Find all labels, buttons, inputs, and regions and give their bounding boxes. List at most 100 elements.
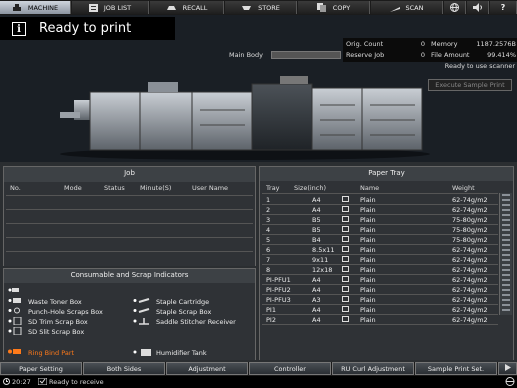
tray-cell-weight: 62-74g/m2 xyxy=(452,316,488,324)
tray-cell-name: Plain xyxy=(360,246,376,254)
paper-orientation-icon xyxy=(342,226,349,234)
tray-row[interactable]: PI-PFU3 A3 Plain 62-74g/m2 xyxy=(262,295,498,305)
counter-panel: Orig. Count 0 Memory 1187.2576B Reserve … xyxy=(343,38,517,62)
tray-row[interactable]: 5 B4 Plain 75-80g/m2 xyxy=(262,235,498,245)
tray-cell-name: Plain xyxy=(360,196,376,204)
paper-orientation-icon xyxy=(342,196,349,204)
tray-cell-name: Plain xyxy=(360,256,376,264)
tray-row[interactable]: 2 A4 Plain 62-74g/m2 xyxy=(262,205,498,215)
ru-curl-adjustment-button[interactable]: RU Curl Adjustment xyxy=(332,362,414,375)
job-col-status: Status xyxy=(104,184,125,192)
job-col-no: No. xyxy=(10,184,21,192)
sample-print-set-button[interactable]: Sample Print Set. xyxy=(415,362,497,375)
help-button[interactable]: ? xyxy=(490,1,517,14)
tray-cell-tray: 1 xyxy=(266,196,271,204)
tray-cell-weight: 62-74g/m2 xyxy=(452,286,488,294)
tray-cell-size: B5 xyxy=(312,216,321,224)
recall-icon xyxy=(166,4,177,12)
ring-bind-icon xyxy=(8,348,25,357)
tray-cell-name: Plain xyxy=(360,216,376,224)
ring-bind-indicator: Ring Bind Part xyxy=(8,348,74,357)
tray-row[interactable]: PI-PFU1 A4 Plain 62-74g/m2 xyxy=(262,275,498,285)
next-page-button[interactable] xyxy=(498,362,517,375)
tray-cell-weight: 62-74g/m2 xyxy=(452,306,488,314)
tab-store[interactable]: STORE xyxy=(225,1,297,14)
tab-job-list[interactable]: JOB LIST xyxy=(72,1,149,14)
paper-tray-title: Paper Tray xyxy=(368,169,405,177)
tray-cell-name: Plain xyxy=(360,276,376,284)
paper-orientation-icon xyxy=(342,276,349,284)
tray-scrollbar[interactable] xyxy=(499,193,512,315)
main-body-label: Main Body xyxy=(229,51,263,59)
tray-row[interactable]: PI1 A4 Plain 62-74g/m2 xyxy=(262,305,498,315)
network-icon xyxy=(505,377,515,388)
orig-count-label: Orig. Count xyxy=(346,40,384,48)
receive-status: Ready to receive xyxy=(49,378,104,386)
tray-cell-name: Plain xyxy=(360,306,376,314)
tray-row[interactable]: PI2 A4 Plain 62-74g/m2 xyxy=(262,315,498,325)
tray-row[interactable]: PI-PFU2 A4 Plain 62-74g/m2 xyxy=(262,285,498,295)
tray-col-weight: Weight xyxy=(452,184,475,192)
tray-row[interactable]: 7 9x11 Plain 62-74g/m2 xyxy=(262,255,498,265)
reserve-job-label: Reserve Job xyxy=(346,51,385,59)
paper-orientation-icon xyxy=(342,316,349,324)
job-col-mode: Mode xyxy=(64,184,82,192)
tab-copy[interactable]: COPY xyxy=(298,1,370,14)
tray-cell-size: A4 xyxy=(312,306,321,314)
tray-cell-weight: 75-80g/m2 xyxy=(452,226,488,234)
tray-cell-size: A4 xyxy=(312,196,321,204)
tray-cell-size: A4 xyxy=(312,316,321,324)
paper-orientation-icon xyxy=(342,266,349,274)
help-icon: ? xyxy=(500,3,506,12)
consumables-title: Consumable and Scrap Indicators xyxy=(70,271,189,279)
tray-cell-tray: PI1 xyxy=(266,306,276,314)
tray-cell-size: A4 xyxy=(312,206,321,214)
speaker-icon xyxy=(472,3,483,12)
tray-cell-size: B4 xyxy=(312,236,321,244)
tray-cell-tray: 8 xyxy=(266,266,271,274)
paper-setting-button[interactable]: Paper Setting xyxy=(0,362,82,375)
waste-toner-indicator: Waste Toner Box xyxy=(8,297,82,306)
tray-row[interactable]: 3 B5 Plain 75-80g/m2 xyxy=(262,215,498,225)
paper-orientation-icon xyxy=(342,236,349,244)
job-panel: Job No. Mode Status Minute(S) User Name xyxy=(3,166,256,266)
staple-icon xyxy=(133,297,153,306)
saddle-icon xyxy=(133,317,153,327)
tray-cell-name: Plain xyxy=(360,226,376,234)
execute-sample-print-button[interactable]: Execute Sample Print xyxy=(428,79,512,91)
tab-scan[interactable]: SCAN xyxy=(371,1,443,14)
main-body-progress xyxy=(271,51,341,59)
tray-col-name: Name xyxy=(360,184,380,192)
tray-cell-size: A4 xyxy=(312,276,321,284)
trim-icon xyxy=(8,316,25,327)
tab-recall[interactable]: RECALL xyxy=(150,1,224,14)
both-sides-button[interactable]: Both Sides xyxy=(83,362,165,375)
job-panel-title: Job xyxy=(124,169,135,177)
tray-cell-size: 8.5x11 xyxy=(312,246,335,254)
tray-row[interactable]: 6 8.5x11 Plain 62-74g/m2 xyxy=(262,245,498,255)
tray-row[interactable]: 4 B5 Plain 75-80g/m2 xyxy=(262,225,498,235)
speaker-button[interactable] xyxy=(467,1,489,14)
tray-cell-tray: 3 xyxy=(266,216,271,224)
tab-machine[interactable]: MACHINE xyxy=(0,1,71,14)
copy-icon xyxy=(316,3,327,12)
tray-cell-tray: 7 xyxy=(266,256,271,264)
tray-row[interactable]: 1 A4 Plain 62-74g/m2 xyxy=(262,195,498,205)
scan-icon xyxy=(389,4,400,12)
punch-icon xyxy=(8,307,25,316)
controller-button[interactable]: Controller xyxy=(249,362,331,375)
tray-cell-size: 12x18 xyxy=(312,266,333,274)
info-icon: i xyxy=(12,22,26,36)
saddle-stitcher-indicator: Saddle Stitcher Receiver xyxy=(133,317,236,327)
adjustment-button[interactable]: Adjustment xyxy=(166,362,248,375)
store-icon xyxy=(241,4,252,12)
punch-hole-indicator: Punch-Hole Scraps Box xyxy=(8,307,103,316)
machine-illustration xyxy=(60,76,430,160)
tray-cell-tray: 4 xyxy=(266,226,271,234)
orig-count-value: 0 xyxy=(420,40,425,48)
tray-cell-weight: 75-80g/m2 xyxy=(452,216,488,224)
globe-button[interactable] xyxy=(444,1,466,14)
tray-row[interactable]: 8 12x18 Plain 62-74g/m2 xyxy=(262,265,498,275)
globe-icon xyxy=(450,3,459,12)
tray-cell-weight: 62-74g/m2 xyxy=(452,196,488,204)
